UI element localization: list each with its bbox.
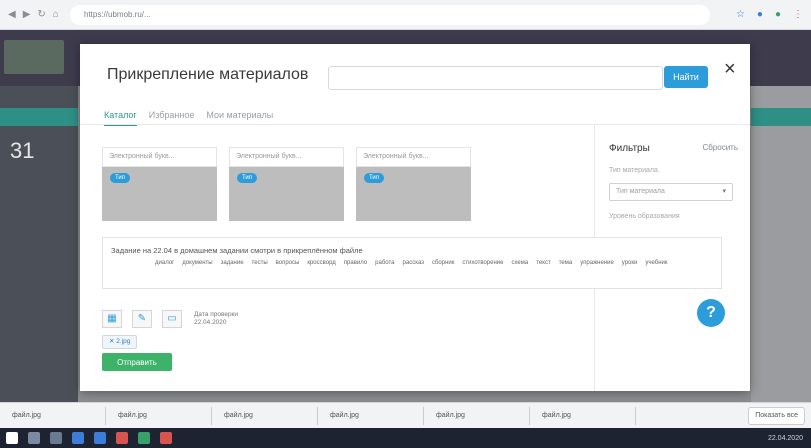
card-title: Электронный букв... — [229, 147, 344, 167]
download-item[interactable]: файл.jpg — [536, 406, 636, 425]
grid-icon[interactable]: ▦ — [102, 310, 122, 328]
browser-toolbar: ◀ ▶ ↻ ⌂ https://ubmob.ru/... ☆ ● ● ⋮ — [0, 0, 811, 30]
address-bar[interactable]: https://ubmob.ru/... — [70, 5, 710, 25]
os-taskbar: 22.04.2020 — [0, 428, 811, 448]
card-type-badge: Тип — [110, 173, 131, 183]
calendar-icon[interactable]: ▭ — [162, 310, 182, 328]
profile-icon[interactable]: ● — [775, 9, 781, 20]
filter-type-value: Тип материала — [616, 188, 665, 195]
tag[interactable]: правило — [344, 260, 367, 266]
tag[interactable]: учебник — [645, 260, 667, 266]
filters-reset-link[interactable]: Сбросить — [702, 143, 738, 152]
right-panel — [751, 86, 811, 402]
tag[interactable]: кроссворд — [307, 260, 335, 266]
assignment-panel: Задание на 22.04 в домашнем задании смот… — [80, 225, 722, 391]
card-title: Электронный букв... — [356, 147, 471, 167]
search-button[interactable]: Найти — [664, 66, 708, 88]
filters-title: Фильтры — [609, 143, 650, 154]
chevron-down-icon: ▾ — [722, 188, 726, 195]
site-logo — [4, 40, 64, 74]
filter-type-select[interactable]: Тип материала ▾ — [609, 183, 733, 201]
home-icon[interactable]: ⌂ — [53, 9, 59, 20]
material-card[interactable]: Электронный букв... Тип — [102, 147, 217, 221]
card-type-badge: Тип — [237, 173, 258, 183]
extensions: ☆ ● ● ⋮ — [736, 9, 803, 20]
modal-content: Электронный букв... Тип Электронный букв… — [80, 124, 750, 391]
app-icon[interactable] — [160, 432, 172, 444]
tag[interactable]: сборник — [432, 260, 454, 266]
download-item[interactable]: файл.jpg — [218, 406, 318, 425]
tag[interactable]: упражнение — [580, 260, 614, 266]
explorer-icon[interactable] — [94, 432, 106, 444]
tag[interactable]: документы — [182, 260, 212, 266]
material-cards: Электронный букв... Тип Электронный букв… — [102, 147, 471, 221]
material-card[interactable]: Электронный букв... Тип — [356, 147, 471, 221]
task-box: Задание на 22.04 в домашнем задании смот… — [102, 237, 722, 289]
task-view-icon[interactable] — [50, 432, 62, 444]
tag-list: диалог документы задание тесты вопросы к… — [155, 260, 711, 266]
date-block: Дата проверки 22.04.2020 — [194, 311, 238, 327]
extension-icon[interactable]: ● — [757, 9, 763, 20]
tag[interactable]: работа — [375, 260, 394, 266]
tag[interactable]: тема — [559, 260, 572, 266]
tag[interactable]: вопросы — [276, 260, 300, 266]
attached-file-chip[interactable]: ✕ 2.jpg — [102, 335, 138, 349]
task-text: Задание на 22.04 в домашнем задании смот… — [111, 246, 363, 255]
left-nav-bar — [0, 108, 78, 126]
bookmark-icon[interactable]: ☆ — [736, 9, 745, 20]
close-icon[interactable]: × — [724, 58, 736, 81]
tag[interactable]: задание — [221, 260, 244, 266]
download-item[interactable]: файл.jpg — [6, 406, 106, 425]
downloads-bar: файл.jpg файл.jpg файл.jpg файл.jpg файл… — [0, 402, 811, 428]
tag[interactable]: рассказ — [403, 260, 424, 266]
download-item[interactable]: файл.jpg — [324, 406, 424, 425]
browser-nav: ◀ ▶ ↻ ⌂ — [8, 9, 59, 20]
browser-icon[interactable] — [72, 432, 84, 444]
app-icon[interactable] — [138, 432, 150, 444]
download-item[interactable]: файл.jpg — [430, 406, 530, 425]
material-card[interactable]: Электронный букв... Тип — [229, 147, 344, 221]
back-icon[interactable]: ◀ — [8, 9, 16, 20]
tag[interactable]: стихотворение — [462, 260, 503, 266]
app-icon[interactable] — [116, 432, 128, 444]
card-type-badge: Тип — [364, 173, 385, 183]
paperclip-icon[interactable]: ✎ — [132, 310, 152, 328]
tag[interactable]: тесты — [252, 260, 268, 266]
filter-level-label: Уровень образования — [609, 213, 680, 220]
filter-type-label: Тип материала — [609, 167, 658, 174]
tag[interactable]: текст — [536, 260, 550, 266]
reload-icon[interactable]: ↻ — [37, 9, 45, 20]
calendar-day: 31 — [10, 138, 35, 163]
date-value: 22.04.2020 — [194, 319, 227, 326]
forward-icon[interactable]: ▶ — [23, 9, 31, 20]
left-panel: 31 — [0, 86, 78, 402]
menu-icon[interactable]: ⋮ — [793, 9, 803, 20]
tag[interactable]: диалог — [155, 260, 174, 266]
attach-toolbar: ▦ ✎ ▭ Дата проверки 22.04.2020 — [102, 310, 238, 328]
search-icon[interactable] — [28, 432, 40, 444]
card-title: Электронный букв... — [102, 147, 217, 167]
help-icon[interactable]: ? — [697, 299, 725, 327]
submit-button[interactable]: Отправить — [102, 353, 172, 371]
date-label: Дата проверки — [194, 311, 239, 318]
right-nav-bar — [751, 108, 811, 126]
modal-title: Прикрепление материалов — [107, 66, 309, 83]
system-tray-clock: 22.04.2020 — [767, 434, 803, 442]
tag[interactable]: схема — [512, 260, 529, 266]
search-input[interactable] — [328, 66, 663, 90]
download-item[interactable]: файл.jpg — [112, 406, 212, 425]
attach-materials-modal: Прикрепление материалов Найти × Каталог … — [80, 44, 750, 391]
tag[interactable]: уроки — [622, 260, 638, 266]
show-all-downloads-button[interactable]: Показать все — [748, 406, 805, 425]
start-icon[interactable] — [6, 432, 18, 444]
